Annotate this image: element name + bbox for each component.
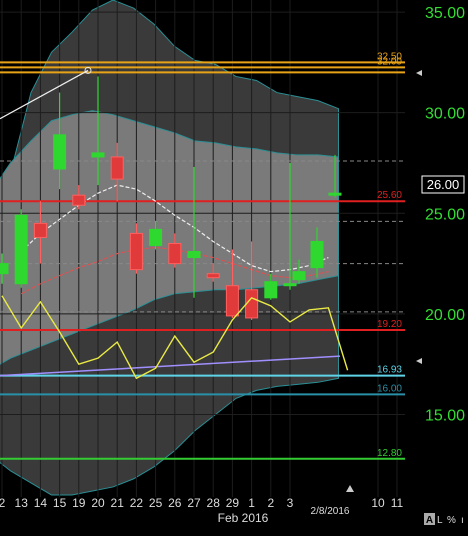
- candle-body: [72, 194, 86, 206]
- future-area: [340, 0, 405, 497]
- candle-body: [187, 251, 201, 259]
- last-price-badge: 26.00: [427, 177, 460, 192]
- candle-body: [14, 214, 28, 285]
- candle-body: [33, 222, 47, 238]
- x-tick-label: 28: [207, 496, 221, 510]
- level-label: 12.80: [377, 448, 402, 459]
- candle[interactable]: [14, 209, 28, 288]
- stock-chart[interactable]: 32.50 32.00 25.60 19.20 16.93 16.00 12.80 35.0…: [0, 0, 468, 531]
- level-label: 32.00: [377, 56, 402, 67]
- y-tick-label: 15.00: [425, 408, 465, 425]
- scale-menu-icon[interactable]: ı: [461, 515, 464, 526]
- candle-body: [206, 273, 220, 279]
- x-tick-label: 11: [391, 496, 404, 510]
- x-tick-label: 19: [72, 496, 86, 510]
- x-tick-label: 20: [91, 496, 105, 510]
- x-tick-label: 25: [149, 496, 163, 510]
- level-label: 25.60: [377, 190, 402, 201]
- x-tick-label: 3: [287, 496, 294, 510]
- x-tick-label: 1: [248, 496, 255, 510]
- candle-body: [283, 283, 297, 287]
- candle-body: [53, 134, 67, 170]
- candle-body: [91, 152, 105, 158]
- date-badge: 2/8/2016: [311, 506, 350, 517]
- x-tick-label: 2: [0, 496, 6, 510]
- x-tick-label: 14: [34, 496, 48, 510]
- x-tick-label: 13: [15, 496, 29, 510]
- percent-scale-button[interactable]: %: [447, 515, 456, 526]
- x-tick-label: 15: [53, 496, 67, 510]
- x-tick-label: 26: [168, 496, 182, 510]
- candle-body: [310, 240, 324, 269]
- x-tick-label: 27: [187, 496, 201, 510]
- level-label: 19.20: [377, 319, 402, 330]
- candle-body: [245, 289, 259, 319]
- x-tick-label: 2: [267, 496, 274, 510]
- y-tick-label: 25.00: [425, 206, 465, 223]
- candle-body: [292, 271, 306, 281]
- volatility-bands: [0, 0, 405, 497]
- chart-canvas[interactable]: 32.5032.0025.6019.2016.9316.0012.80 35.0…: [0, 0, 468, 531]
- month-label: Feb 2016: [218, 511, 269, 525]
- auto-scale-icon: A: [426, 515, 433, 526]
- y-tick-label: 30.00: [425, 106, 465, 123]
- candle-body: [149, 228, 163, 246]
- candle-body: [328, 192, 342, 196]
- y-tick-label: 20.00: [425, 307, 465, 324]
- log-scale-button[interactable]: L: [437, 515, 443, 526]
- candle-body: [0, 263, 9, 275]
- level-label: 16.93: [377, 365, 402, 376]
- candle-body: [225, 285, 239, 317]
- candle-body: [168, 242, 182, 265]
- x-tick-label: 22: [130, 496, 144, 510]
- level-label: 16.00: [377, 383, 402, 394]
- y-tick-label: 35.00: [425, 5, 465, 22]
- candle-body: [129, 232, 143, 271]
- x-tick-label: 10: [371, 496, 385, 510]
- candle-body: [110, 156, 124, 180]
- x-tick-label: 29: [226, 496, 240, 510]
- x-tick-label: 21: [111, 496, 125, 510]
- candle-body: [264, 281, 278, 299]
